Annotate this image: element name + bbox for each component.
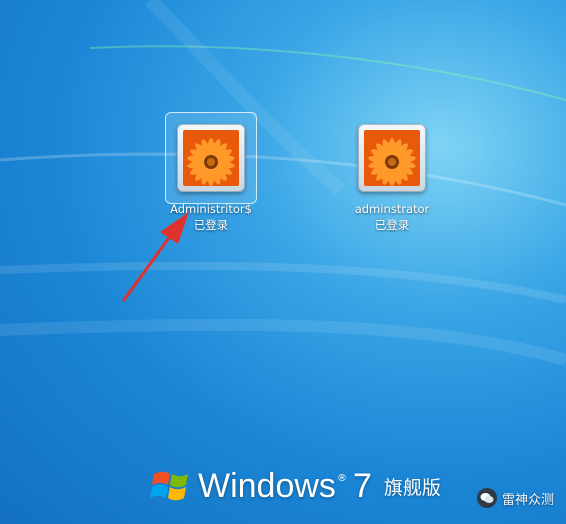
flower-icon	[183, 130, 239, 186]
watermark-text: 雷神众测	[501, 492, 554, 508]
username-label: adminstrator	[354, 202, 430, 216]
background-streaks	[0, 0, 566, 366]
user-avatar-frame	[352, 118, 432, 198]
username-label: Administritor$	[170, 202, 252, 216]
windows-wordmark: Windows	[198, 466, 336, 505]
user-avatar-frame	[165, 112, 257, 204]
windows-logo-icon	[150, 471, 188, 501]
flower-icon	[364, 130, 420, 186]
user-tile-administritor[interactable]: Administritor$ 已登录	[146, 112, 276, 233]
windows-branding: Windows ® 7 旗舰版	[150, 462, 441, 510]
watermark: 雷神众测	[476, 488, 554, 508]
login-status-label: 已登录	[374, 218, 410, 232]
user-tile-adminstrator[interactable]: adminstrator 已登录	[327, 118, 457, 233]
wechat-icon	[476, 488, 497, 508]
login-status-label: 已登录	[193, 218, 229, 232]
registered-mark: ®	[336, 472, 347, 484]
windows-version: 7	[352, 466, 372, 505]
annotation-arrow	[122, 212, 189, 302]
windows-edition: 旗舰版	[383, 476, 441, 499]
